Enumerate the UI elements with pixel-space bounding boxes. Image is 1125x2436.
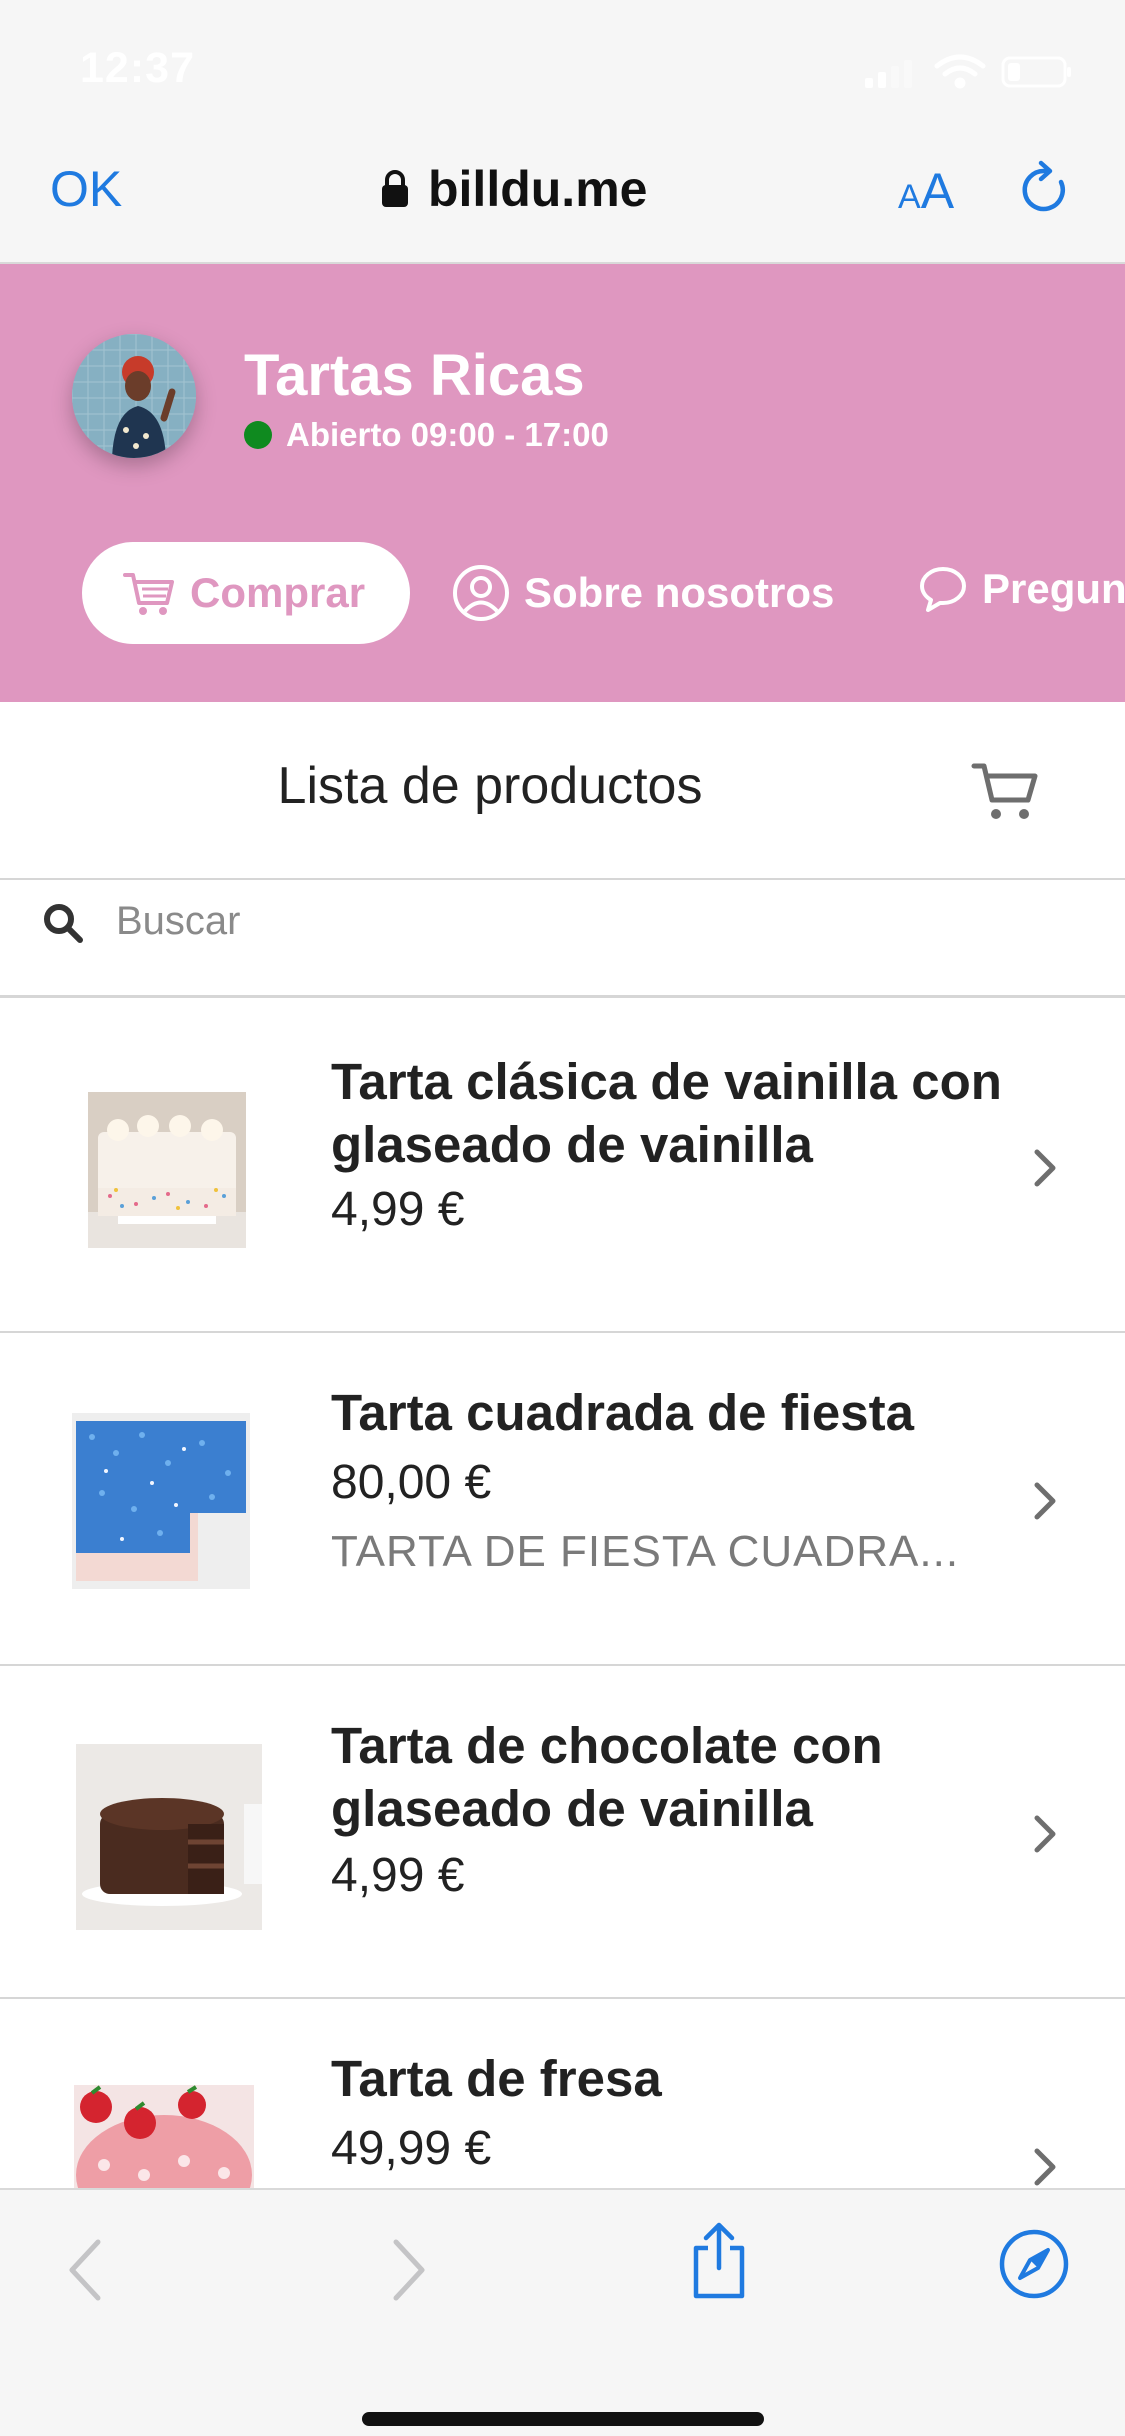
- compass-icon[interactable]: [996, 2226, 1072, 2302]
- product-image: [88, 1092, 246, 1248]
- product-price: 80,00 €: [331, 1456, 492, 1509]
- search-icon: [44, 904, 83, 943]
- product-row[interactable]: Tarta cuadrada de fiesta 80,00 € TARTA D…: [0, 1333, 1125, 1666]
- open-status-text: Abierto 09:00 - 17:00: [286, 416, 609, 453]
- tab-sobre-nosotros[interactable]: Sobre nosotros: [452, 564, 834, 622]
- product-row[interactable]: Tarta clásica de vainilla con glaseado d…: [0, 1000, 1125, 1333]
- chevron-right-icon: [1034, 1815, 1056, 1853]
- tab-comprar[interactable]: Comprar: [82, 542, 410, 644]
- tab-comprar-label: Comprar: [190, 569, 366, 616]
- text-size-large-label: A: [920, 163, 955, 219]
- product-name: Tarta de fresa: [331, 2050, 662, 2107]
- forward-icon[interactable]: [372, 2230, 442, 2310]
- status-bar: 12:37: [0, 0, 1125, 130]
- cart-icon: [123, 573, 174, 615]
- product-image: [74, 2085, 254, 2188]
- product-price: 4,99 €: [331, 1183, 465, 1236]
- shop-header: Tartas Ricas Abierto 09:00 - 17:00 Compr…: [0, 264, 1125, 702]
- wifi-icon: [934, 54, 986, 89]
- reload-icon[interactable]: [1015, 160, 1075, 220]
- open-status-dot: [244, 421, 272, 449]
- shop-avatar: [72, 334, 196, 458]
- product-row[interactable]: Tarta de fresa 49,99 €: [0, 1999, 1125, 2188]
- search-bar: [0, 880, 1125, 998]
- product-price: 4,99 €: [331, 1849, 465, 1902]
- product-image: [72, 1413, 250, 1589]
- text-size-button[interactable]: AA: [898, 162, 954, 220]
- tab-sobre-nosotros-label: Sobre nosotros: [524, 569, 835, 616]
- page-title: Lista de productos: [277, 757, 703, 815]
- lock-icon: [382, 170, 408, 207]
- chevron-right-icon: [1034, 1149, 1056, 1187]
- shop-name: Tartas Ricas: [244, 343, 585, 408]
- product-row[interactable]: Tarta de chocolate con glaseado de vaini…: [0, 1666, 1125, 1999]
- battery-icon: [1001, 56, 1071, 88]
- text-size-small-label: A: [898, 178, 921, 216]
- browser-address-bar: OK billdu.me AA: [0, 130, 1125, 264]
- search-input[interactable]: [116, 886, 1016, 956]
- user-circle-icon: [453, 565, 509, 621]
- product-list-header: Lista de productos: [0, 702, 1125, 880]
- product-name: Tarta cuadrada de fiesta: [331, 1384, 914, 1441]
- status-time: 12:37: [80, 44, 195, 92]
- browser-toolbar: [0, 2188, 1125, 2436]
- product-list: Tarta clásica de vainilla con glaseado d…: [0, 1000, 1125, 2188]
- product-description: TARTA DE FIESTA CUADRA...: [331, 1527, 960, 1576]
- status-indicators: [865, 54, 1071, 89]
- chevron-right-icon: [1034, 2148, 1056, 2186]
- open-status: Abierto 09:00 - 17:00: [244, 416, 609, 454]
- product-image: [76, 1744, 262, 1930]
- product-price: 49,99 €: [331, 2122, 492, 2175]
- tab-preguntas-label: Pregun: [982, 565, 1125, 612]
- signal-icon: [865, 60, 912, 88]
- product-name: Tarta de chocolate con glaseado de vaini…: [331, 1717, 883, 1837]
- url-field[interactable]: billdu.me: [380, 160, 647, 218]
- chat-bubble-icon: [920, 567, 966, 612]
- chevron-right-icon: [1034, 1482, 1056, 1520]
- tab-preguntas[interactable]: Pregun: [918, 564, 1125, 614]
- shopping-cart-icon[interactable]: [970, 756, 1042, 828]
- home-indicator: [362, 2412, 764, 2426]
- back-icon[interactable]: [52, 2230, 122, 2310]
- url-text: billdu.me: [428, 161, 648, 217]
- share-icon[interactable]: [684, 2222, 754, 2302]
- product-name: Tarta clásica de vainilla con glaseado d…: [331, 1053, 1002, 1173]
- avatar-photo: [72, 334, 196, 458]
- done-button[interactable]: OK: [50, 160, 122, 218]
